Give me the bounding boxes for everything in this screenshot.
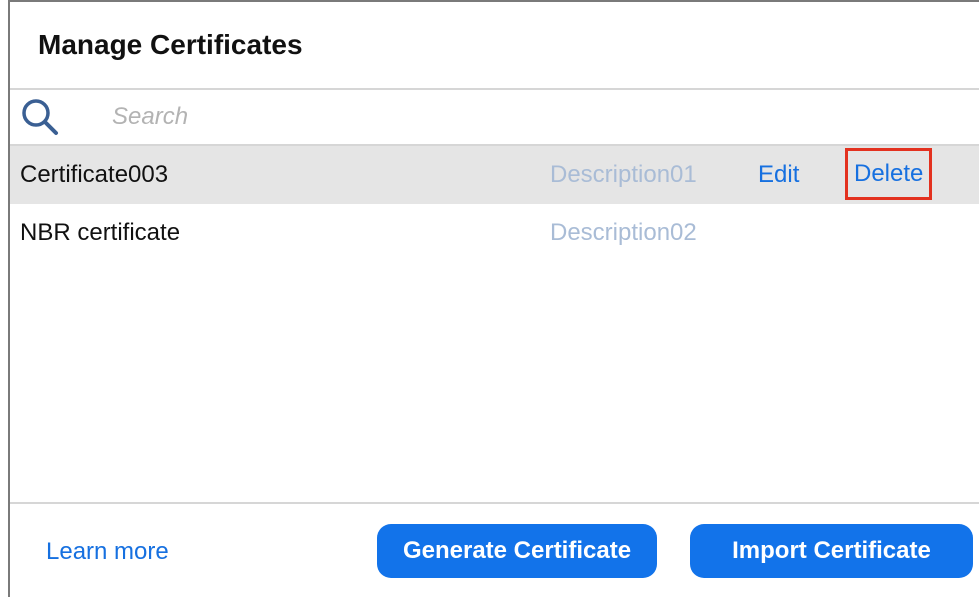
learn-more-link[interactable]: Learn more — [46, 538, 169, 566]
certificate-list: Certificate003 Description01 Edit Delete… — [10, 146, 979, 504]
certificate-row[interactable]: Certificate003 Description01 Edit Delete — [10, 146, 979, 204]
manage-certificates-dialog: Manage Certificates Certificate003 Descr… — [8, 0, 979, 597]
search-icon[interactable] — [18, 95, 62, 139]
dialog-title: Manage Certificates — [38, 29, 303, 60]
certificate-description: Description02 — [550, 219, 697, 246]
certificate-description: Description01 — [550, 161, 697, 188]
certificate-name: NBR certificate — [20, 219, 181, 246]
certificate-name: Certificate003 — [20, 161, 169, 188]
search-input[interactable] — [110, 102, 714, 132]
import-certificate-button[interactable]: Import Certificate — [690, 524, 973, 578]
edit-link[interactable]: Edit — [758, 161, 799, 189]
search-bar — [10, 90, 979, 146]
dialog-footer: Learn more Generate Certificate Import C… — [10, 504, 979, 597]
certificate-row[interactable]: NBR certificate Description02 — [10, 204, 979, 262]
delete-link[interactable]: Delete — [845, 148, 933, 200]
generate-certificate-button[interactable]: Generate Certificate — [377, 524, 657, 578]
dialog-header: Manage Certificates — [10, 2, 979, 90]
